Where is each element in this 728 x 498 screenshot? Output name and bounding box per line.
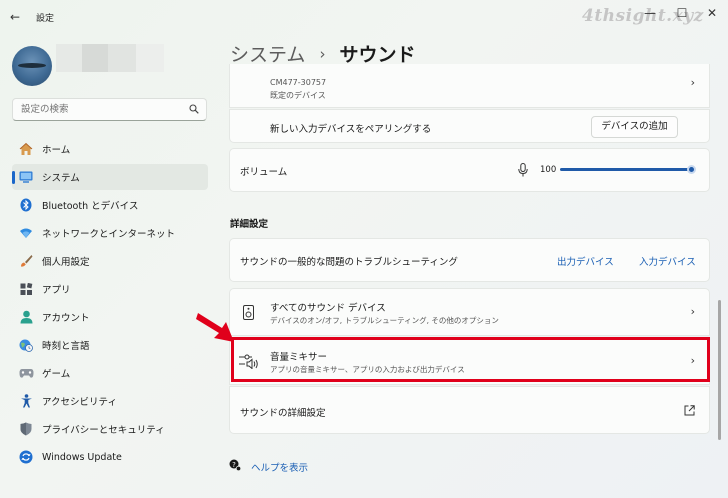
sidebar-item-label: アカウント [42, 313, 90, 324]
sidebar-item-apps[interactable]: アプリ [12, 276, 208, 302]
volume-value: 100 [540, 165, 557, 175]
volume-label: ボリューム [240, 167, 288, 178]
sidebar-item-label: ゲーム [42, 369, 71, 380]
bluetooth-icon [18, 197, 34, 213]
home-icon [18, 141, 34, 157]
gamepad-icon [18, 365, 34, 381]
apps-icon [18, 281, 34, 297]
sidebar-item-accounts[interactable]: アカウント [12, 304, 208, 330]
sidebar-item-label: ホーム [42, 145, 71, 156]
chevron-right-icon: › [690, 76, 695, 89]
sidebar-item-label: ネットワークとインターネット [42, 229, 176, 240]
all-sound-devices-row[interactable]: すべてのサウンド デバイス デバイスのオン/オフ, トラブルシューティング, そ… [229, 288, 710, 336]
title-bar: ← 設定 4thsight.xyz — ☐ ✕ [0, 0, 728, 34]
more-sound-settings-label: サウンドの詳細設定 [240, 408, 326, 419]
all-devices-title: すべてのサウンド デバイス [270, 303, 386, 314]
sidebar-item-label: システム [42, 173, 80, 184]
account-icon [18, 309, 34, 325]
svg-text:?: ? [232, 461, 236, 469]
sidebar-item-time-language[interactable]: 時刻と言語 [12, 332, 208, 358]
chevron-right-icon: › [690, 305, 695, 318]
app-title: 設定 [36, 14, 55, 24]
sidebar-item-home[interactable]: ホーム [12, 136, 208, 162]
back-button[interactable]: ← [10, 10, 26, 24]
help-icon: ? [229, 459, 241, 471]
external-link-icon [684, 405, 695, 416]
wifi-icon [18, 225, 34, 241]
profile-name-blur [136, 44, 164, 72]
input-device-link[interactable]: 入力デバイス [639, 254, 696, 268]
sidebar-item-windows-update[interactable]: Windows Update [12, 444, 208, 470]
breadcrumb: システム › サウンド [230, 40, 415, 67]
all-devices-subtitle: デバイスのオン/オフ, トラブルシューティング, その他のオプション [270, 316, 499, 325]
device-default-label: 既定のデバイス [270, 91, 326, 100]
sidebar-item-label: 時刻と言語 [42, 341, 90, 352]
globe-clock-icon [18, 337, 34, 353]
section-title: 詳細設定 [230, 219, 269, 230]
scrollbar[interactable] [718, 300, 721, 440]
sidebar-item-bluetooth[interactable]: Bluetooth とデバイス [12, 192, 208, 218]
pair-device-label: 新しい入力デバイスをペアリングする [270, 124, 432, 135]
brush-icon [18, 253, 34, 269]
search-box[interactable] [12, 98, 207, 121]
close-button[interactable]: ✕ [702, 6, 722, 20]
add-device-button[interactable]: デバイスの追加 [591, 116, 678, 138]
sidebar-item-label: 個人用設定 [42, 257, 90, 268]
accessibility-icon [18, 393, 34, 409]
shield-icon [18, 421, 34, 437]
sidebar-item-accessibility[interactable]: アクセシビリティ [12, 388, 208, 414]
maximize-button[interactable]: ☐ [672, 6, 692, 20]
volume-slider-thumb[interactable] [687, 165, 696, 174]
update-icon [18, 449, 34, 465]
sidebar-item-label: プライバシーとセキュリティ [42, 425, 165, 436]
pair-device-row: 新しい入力デバイスをペアリングする デバイスの追加 [229, 109, 710, 143]
highlight-box [231, 337, 710, 382]
profile-name-blur [108, 44, 136, 72]
volume-slider-track[interactable] [560, 168, 693, 171]
page-title: サウンド [339, 44, 416, 66]
sidebar-item-label: Bluetooth とデバイス [42, 201, 139, 212]
microphone-icon[interactable] [518, 163, 528, 177]
search-icon [189, 104, 199, 114]
more-sound-settings-row[interactable]: サウンドの詳細設定 [229, 386, 710, 434]
sidebar-item-privacy[interactable]: プライバシーとセキュリティ [12, 416, 208, 442]
sidebar-item-label: アプリ [42, 285, 71, 296]
search-input[interactable] [13, 99, 183, 120]
system-icon [18, 169, 34, 185]
profile-name-blur [82, 44, 108, 72]
annotation-arrow-icon [196, 313, 234, 342]
sidebar-item-label: アクセシビリティ [42, 397, 117, 408]
sidebar-item-system[interactable]: システム [12, 164, 208, 190]
profile-name-blur [56, 44, 82, 72]
sidebar-item-label: Windows Update [42, 451, 122, 463]
speaker-device-icon [243, 305, 254, 320]
minimize-button[interactable]: — [640, 6, 660, 20]
breadcrumb-separator: › [319, 44, 326, 63]
avatar[interactable] [12, 46, 52, 86]
troubleshoot-label: サウンドの一般的な問題のトラブルシューティング [240, 257, 458, 268]
sidebar-item-network[interactable]: ネットワークとインターネット [12, 220, 208, 246]
output-device-link[interactable]: 出力デバイス [557, 254, 614, 268]
help-link[interactable]: ヘルプを表示 [251, 460, 308, 474]
sidebar-item-personalization[interactable]: 個人用設定 [12, 248, 208, 274]
device-model: CM477-30757 [270, 78, 327, 87]
breadcrumb-parent[interactable]: システム [230, 40, 305, 67]
troubleshoot-card: サウンドの一般的な問題のトラブルシューティング 出力デバイス 入力デバイス [229, 238, 710, 282]
input-device-row[interactable]: CM477-30757 既定のデバイス › [229, 64, 710, 108]
sidebar-item-gaming[interactable]: ゲーム [12, 360, 208, 386]
sidebar-nav: ホーム システム Bluetooth とデバイス ネットワークとインターネット … [12, 136, 208, 472]
